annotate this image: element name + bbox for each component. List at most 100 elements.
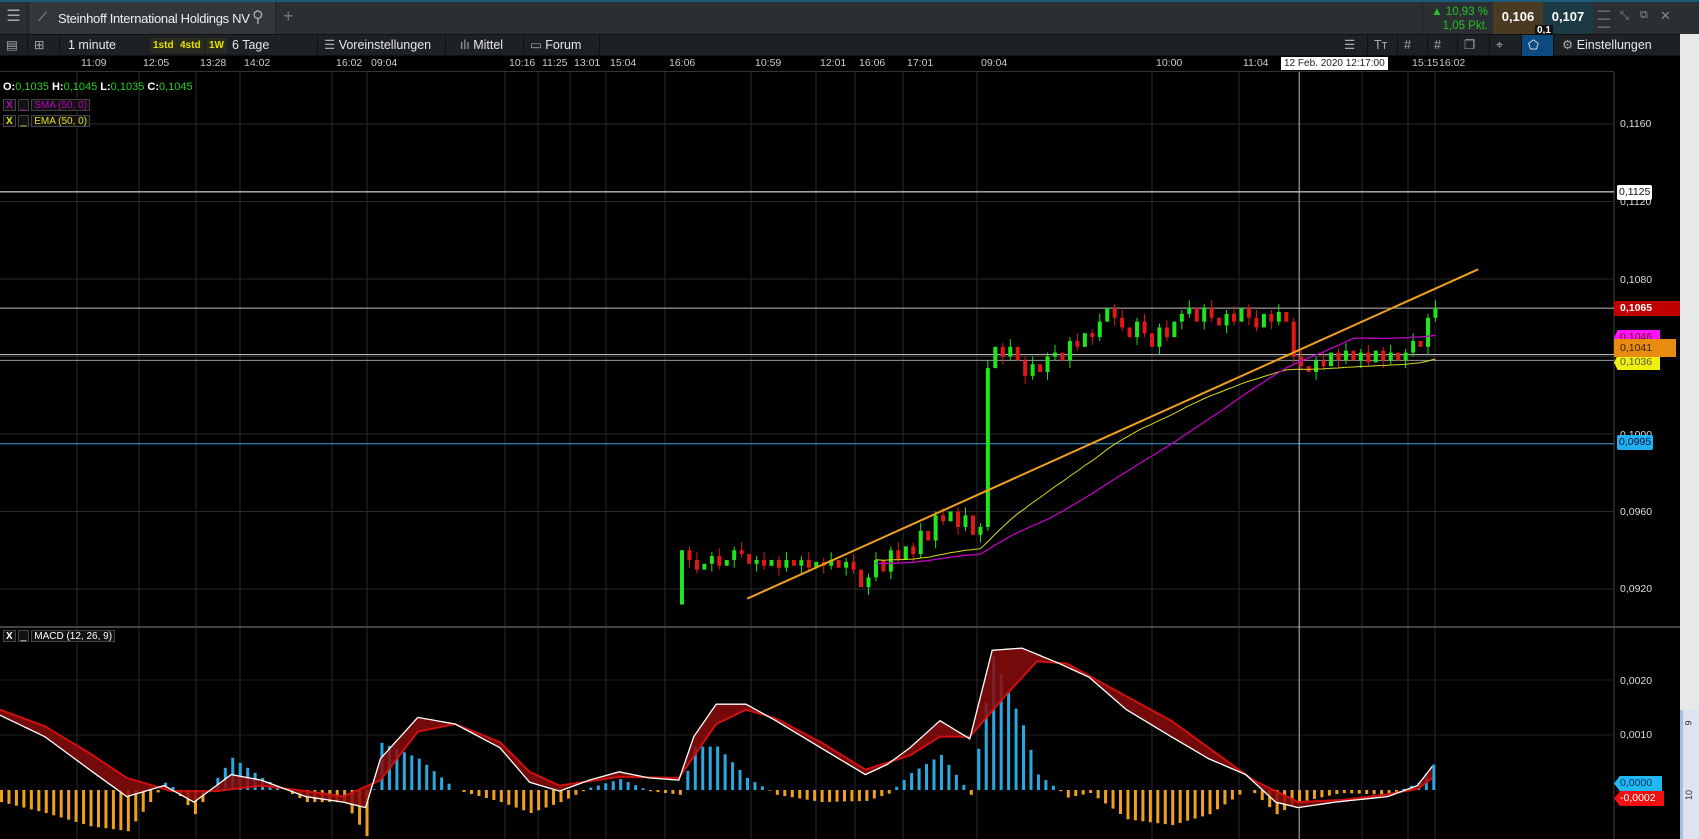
macd-minimize-button[interactable]: _ xyxy=(17,630,30,642)
macd-histogram-bar xyxy=(522,790,526,811)
macd-histogram-bar xyxy=(857,790,861,802)
candle xyxy=(1172,321,1177,338)
ema-minimize-button[interactable]: _ xyxy=(17,115,30,127)
high-label: H: xyxy=(51,81,64,93)
macd-histogram-bar xyxy=(1156,790,1160,824)
candle xyxy=(1038,364,1043,372)
candle xyxy=(859,569,864,588)
macd-remove-button[interactable]: X xyxy=(3,630,16,642)
candle xyxy=(1403,352,1408,361)
candle xyxy=(687,550,692,560)
macd-histogram-bar xyxy=(1223,790,1227,805)
candle xyxy=(806,559,811,568)
macd-histogram-bar xyxy=(67,790,71,820)
candle xyxy=(1090,333,1095,338)
candle xyxy=(881,559,886,572)
candle xyxy=(836,559,841,568)
chart-canvas[interactable] xyxy=(0,0,1699,839)
candle xyxy=(1149,333,1154,347)
macd-histogram-bar xyxy=(887,790,891,794)
candle xyxy=(680,550,684,605)
macd-histogram-bar xyxy=(402,752,406,790)
macd-histogram-bar xyxy=(783,790,787,797)
candle xyxy=(1269,313,1274,322)
macd-histogram-bar xyxy=(1089,790,1093,794)
macd-histogram-bar xyxy=(1186,790,1190,821)
sma-label[interactable]: SMA (50, 0) xyxy=(31,99,91,111)
macd-histogram-bar xyxy=(1111,790,1115,809)
ema-line xyxy=(875,358,1436,561)
macd-histogram-bar xyxy=(775,790,779,795)
candle xyxy=(1276,311,1281,322)
candle xyxy=(1023,360,1028,376)
macd-histogram-bar xyxy=(440,777,444,790)
macd-histogram-bar xyxy=(663,790,667,794)
candle xyxy=(970,515,975,535)
candle xyxy=(844,561,849,568)
candle xyxy=(784,559,789,568)
ruler-label: 10 xyxy=(1684,789,1695,801)
macd-histogram-bar xyxy=(895,786,899,790)
macd-histogram-bar xyxy=(1044,780,1048,790)
macd-histogram-bar xyxy=(1022,725,1026,790)
macd-legend: X _ MACD (12, 26, 9) xyxy=(3,630,116,642)
macd-histogram-bar xyxy=(1201,790,1205,817)
candle xyxy=(776,559,781,568)
macd-histogram-bar xyxy=(1178,790,1182,823)
macd-histogram-bar xyxy=(1059,790,1063,792)
macd-histogram-bar xyxy=(52,790,56,816)
macd-histogram-bar xyxy=(1238,790,1242,795)
macd-histogram-bar xyxy=(731,762,735,790)
candle xyxy=(1358,352,1363,361)
candle xyxy=(754,559,759,564)
macd-histogram-bar xyxy=(0,790,3,803)
macd-histogram-bar xyxy=(723,754,727,790)
candle xyxy=(732,550,737,560)
macd-histogram-bar xyxy=(619,779,623,790)
macd-histogram-bar xyxy=(1305,790,1309,801)
macd-histogram-bar xyxy=(641,788,645,790)
macd-histogram-bar xyxy=(1335,790,1339,795)
candle xyxy=(1426,317,1430,347)
candle xyxy=(724,559,729,566)
macd-histogram-bar xyxy=(37,790,41,812)
candle xyxy=(1142,321,1147,334)
macd-histogram-bar xyxy=(469,790,473,795)
macd-histogram-bar xyxy=(656,790,660,793)
hline-price-tag: 0,1125 xyxy=(1617,185,1653,200)
candle xyxy=(851,561,856,570)
candle xyxy=(1120,317,1125,328)
macd-histogram-bar xyxy=(581,790,585,792)
macd-histogram-bar xyxy=(678,790,682,795)
candle xyxy=(1112,308,1117,318)
macd-histogram-bar xyxy=(753,782,757,790)
ema-remove-button[interactable]: X xyxy=(3,115,16,127)
sma-remove-button[interactable]: X xyxy=(3,99,16,111)
signal-value-tag: -0,0002 xyxy=(1614,791,1664,806)
sma-minimize-button[interactable]: _ xyxy=(17,99,30,111)
macd-histogram-bar xyxy=(1215,790,1219,810)
candle xyxy=(896,550,901,560)
macd-histogram-bar xyxy=(1193,790,1197,819)
macd-histogram-bar xyxy=(1253,790,1257,794)
candle xyxy=(709,556,714,564)
macd-histogram-bar xyxy=(119,790,123,831)
candle xyxy=(1202,308,1207,322)
macd-histogram-bar xyxy=(910,773,914,790)
hline-blue-tag: 0,0995 xyxy=(1617,435,1654,450)
candle xyxy=(739,550,744,555)
macd-histogram-bar xyxy=(514,790,518,808)
macd-histogram-bar xyxy=(537,790,541,811)
macd-label[interactable]: MACD (12, 26, 9) xyxy=(31,630,116,642)
candle xyxy=(799,559,804,566)
candle xyxy=(1373,350,1378,363)
macd-histogram-bar xyxy=(1126,790,1130,820)
ema-label[interactable]: EMA (50, 0) xyxy=(31,115,91,127)
ruler-scrollbar[interactable]: 9 10 xyxy=(1680,710,1699,839)
macd-histogram-bar xyxy=(484,790,488,799)
macd-histogram-bar xyxy=(74,790,78,822)
macd-histogram-bar xyxy=(954,774,958,790)
candle xyxy=(1314,360,1319,372)
macd-histogram-bar xyxy=(1342,790,1346,794)
macd-histogram-bar xyxy=(760,786,764,790)
